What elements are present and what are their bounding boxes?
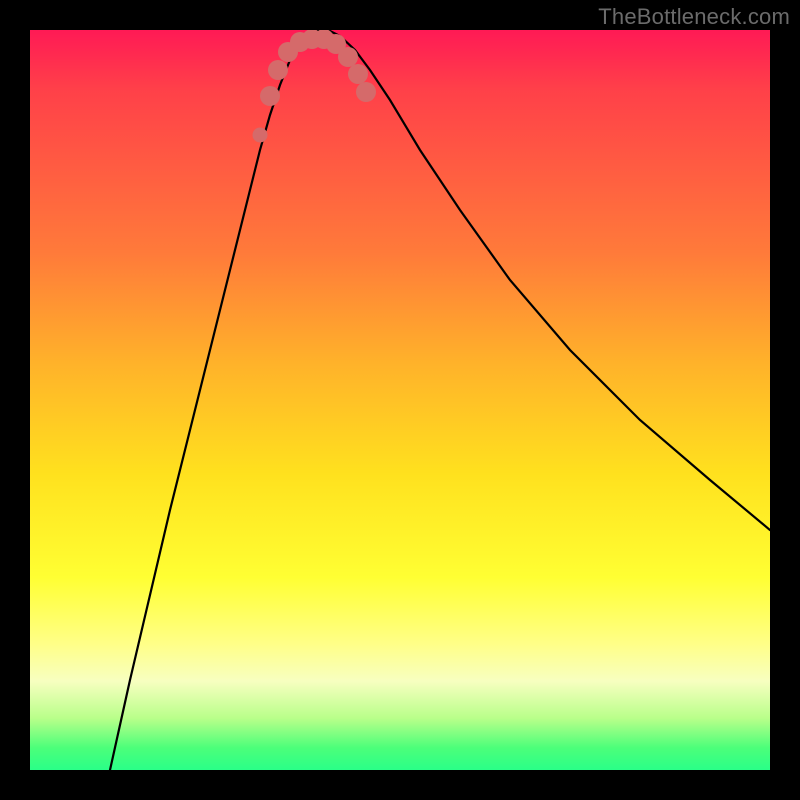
bead-point (356, 82, 376, 102)
chart-frame: TheBottleneck.com (0, 0, 800, 800)
bead-point (260, 86, 280, 106)
bead-point (253, 128, 268, 143)
bead-point (338, 47, 358, 67)
bottleneck-curve (110, 30, 770, 770)
bead-point (348, 64, 368, 84)
watermark-text: TheBottleneck.com (598, 4, 790, 30)
beaded-link (253, 30, 377, 143)
bead-point (268, 60, 288, 80)
curve-layer (30, 30, 770, 770)
plot-area (30, 30, 770, 770)
